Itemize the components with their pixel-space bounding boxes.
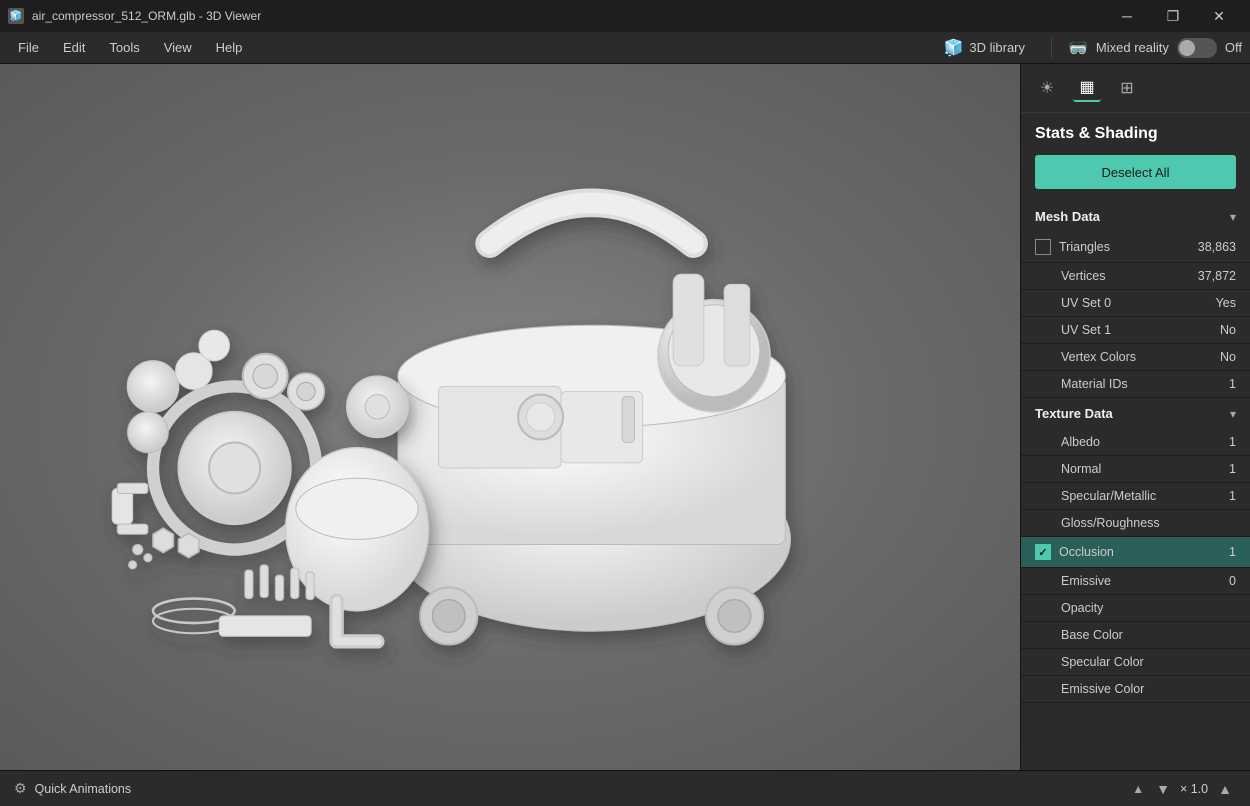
title-bar-left: 🧊 air_compressor_512_ORM.glb - 3D Viewer	[8, 8, 261, 24]
mesh-chevron-icon: ▾	[1230, 210, 1236, 224]
mesh-data-title: Mesh Data	[1035, 209, 1100, 224]
close-button[interactable]: ✕	[1196, 0, 1242, 32]
specular-metallic-value: 1	[1229, 489, 1236, 503]
texture-data-collapse[interactable]: Texture Data ▾	[1021, 398, 1250, 429]
uv0-label: UV Set 0	[1061, 296, 1111, 310]
zoom-level: × 1.0	[1180, 782, 1208, 796]
triangles-value: 38,863	[1198, 240, 1236, 254]
texture-chevron-icon: ▾	[1230, 407, 1236, 421]
emissive-color-label: Emissive Color	[1061, 682, 1144, 696]
zoom-increase-button[interactable]: ▲	[1214, 779, 1236, 799]
minimize-button[interactable]: ─	[1104, 0, 1150, 32]
menu-edit[interactable]: Edit	[53, 36, 95, 59]
stats-tool[interactable]: ▦	[1073, 74, 1101, 102]
triangles-row: Triangles 38,863	[1021, 232, 1250, 263]
opacity-row: Opacity	[1021, 595, 1250, 622]
viewport[interactable]	[0, 64, 1020, 770]
right-panel: ☀ ▦ ⊞ Stats & Shading Deselect All Mesh …	[1020, 64, 1250, 770]
mixed-reality-toggle[interactable]	[1177, 38, 1217, 58]
menu-file[interactable]: File	[8, 36, 49, 59]
model-svg	[0, 64, 1020, 770]
triangles-left: Triangles	[1035, 239, 1110, 255]
occlusion-row: Occlusion 1	[1021, 537, 1250, 568]
albedo-label: Albedo	[1061, 435, 1100, 449]
base-color-row: Base Color	[1021, 622, 1250, 649]
uv1-label: UV Set 1	[1061, 323, 1111, 337]
app-icon: 🧊	[8, 8, 24, 24]
uv0-value: Yes	[1216, 296, 1236, 310]
triangles-checkbox[interactable]	[1035, 239, 1051, 255]
panel-toolbar: ☀ ▦ ⊞	[1021, 64, 1250, 113]
normal-label: Normal	[1061, 462, 1101, 476]
occlusion-checkbox[interactable]	[1035, 544, 1051, 560]
vertex-colors-row: Vertex Colors No	[1021, 344, 1250, 371]
mixed-reality-icon: 🥽	[1068, 38, 1088, 58]
menu-help[interactable]: Help	[206, 36, 253, 59]
vertex-colors-label: Vertex Colors	[1061, 350, 1136, 364]
menu-bar: File Edit Tools View Help 🧊 3D library 🥽…	[0, 32, 1250, 64]
albedo-row: Albedo 1	[1021, 429, 1250, 456]
occlusion-left: Occlusion	[1035, 544, 1114, 560]
library-label: 3D library	[969, 40, 1025, 55]
normal-row: Normal 1	[1021, 456, 1250, 483]
menu-bar-left: File Edit Tools View Help	[8, 36, 933, 59]
gloss-roughness-row: Gloss/Roughness	[1021, 510, 1250, 537]
grid-tool[interactable]: ⊞	[1113, 74, 1141, 102]
gloss-roughness-label: Gloss/Roughness	[1061, 516, 1160, 530]
albedo-value: 1	[1229, 435, 1236, 449]
menu-bar-right: 🧊 3D library 🥽 Mixed reality Off	[933, 34, 1242, 62]
specular-metallic-label: Specular/Metallic	[1061, 489, 1156, 503]
mixed-reality-group: 🥽 Mixed reality Off	[1068, 38, 1242, 58]
mixed-reality-label: Mixed reality	[1096, 40, 1169, 55]
vertices-label: Vertices	[1061, 269, 1105, 283]
menu-view[interactable]: View	[154, 36, 202, 59]
zoom-controls: ▼ × 1.0 ▲	[1152, 779, 1236, 799]
viewport-background	[0, 64, 1020, 770]
emissive-row: Emissive 0	[1021, 568, 1250, 595]
triangles-label: Triangles	[1059, 240, 1110, 254]
panel-title: Stats & Shading	[1021, 113, 1250, 151]
base-color-label: Base Color	[1061, 628, 1123, 642]
uv1-row: UV Set 1 No	[1021, 317, 1250, 344]
vertex-colors-value: No	[1220, 350, 1236, 364]
mesh-data-collapse[interactable]: Mesh Data ▾	[1021, 201, 1250, 232]
title-bar: 🧊 air_compressor_512_ORM.glb - 3D Viewer…	[0, 0, 1250, 32]
main-area: ☀ ▦ ⊞ Stats & Shading Deselect All Mesh …	[0, 64, 1250, 770]
material-ids-value: 1	[1229, 377, 1236, 391]
lighting-tool[interactable]: ☀	[1033, 74, 1061, 102]
uv1-value: No	[1220, 323, 1236, 337]
bottom-bar: ⚙ Quick Animations ▲ ▼ × 1.0 ▲	[0, 770, 1250, 806]
menu-tools[interactable]: Tools	[99, 36, 149, 59]
specular-metallic-row: Specular/Metallic 1	[1021, 483, 1250, 510]
occlusion-value: 1	[1229, 545, 1236, 559]
toggle-state-label: Off	[1225, 40, 1242, 55]
maximize-button[interactable]: ❐	[1150, 0, 1196, 32]
specular-color-row: Specular Color	[1021, 649, 1250, 676]
texture-data-title: Texture Data	[1035, 406, 1113, 421]
toggle-knob	[1179, 40, 1195, 56]
deselect-all-button[interactable]: Deselect All	[1035, 155, 1236, 189]
title-bar-controls: ─ ❐ ✕	[1104, 0, 1242, 32]
separator	[1051, 38, 1052, 58]
window-title: air_compressor_512_ORM.glb - 3D Viewer	[32, 9, 261, 23]
quick-animations-icon: ⚙	[14, 780, 27, 797]
normal-value: 1	[1229, 462, 1236, 476]
emissive-color-row: Emissive Color	[1021, 676, 1250, 703]
opacity-label: Opacity	[1061, 601, 1103, 615]
occlusion-label: Occlusion	[1059, 545, 1114, 559]
zoom-decrease-button[interactable]: ▼	[1152, 779, 1174, 799]
emissive-value: 0	[1229, 574, 1236, 588]
uv0-row: UV Set 0 Yes	[1021, 290, 1250, 317]
chevron-up-icon: ▲	[1132, 782, 1144, 796]
material-ids-label: Material IDs	[1061, 377, 1128, 391]
emissive-label: Emissive	[1061, 574, 1111, 588]
library-button[interactable]: 🧊 3D library	[933, 34, 1035, 62]
vertices-value: 37,872	[1198, 269, 1236, 283]
vertices-row: Vertices 37,872	[1021, 263, 1250, 290]
quick-animations-label: Quick Animations	[35, 782, 1125, 796]
specular-color-label: Specular Color	[1061, 655, 1144, 669]
material-ids-row: Material IDs 1	[1021, 371, 1250, 398]
library-icon: 🧊	[943, 38, 963, 58]
